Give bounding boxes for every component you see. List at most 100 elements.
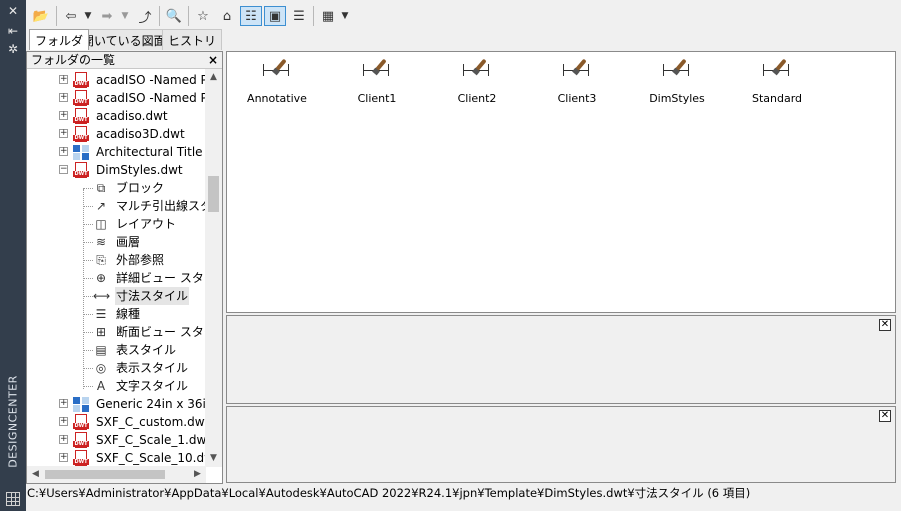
tab-history[interactable]: ヒストリ xyxy=(162,29,223,50)
scroll-up-icon[interactable]: ▲ xyxy=(205,69,222,86)
tree-item-label: acadISO -Named Plo xyxy=(96,73,206,87)
expand-toggle-icon[interactable]: + xyxy=(59,399,68,408)
dimstyle-item[interactable]: Client3 xyxy=(537,58,617,105)
tab-open-drawings[interactable]: 開いている図面 xyxy=(76,29,172,50)
expand-toggle-icon[interactable]: + xyxy=(59,453,68,462)
forward-dropdown-icon[interactable]: ▼ xyxy=(120,6,130,26)
favorites-icon[interactable]: ☆ xyxy=(192,6,214,26)
tree-connector xyxy=(83,189,84,389)
dimstyle-name: Client1 xyxy=(357,92,397,105)
drawing-set-icon xyxy=(73,397,89,412)
content-palette[interactable]: Annotative Client1 Client2 Client3 DimStyles… xyxy=(226,51,896,313)
dimstyle-item[interactable]: DimStyles xyxy=(637,58,717,105)
preview-pane: ✕ xyxy=(226,315,896,404)
mleader-icon: ↗ xyxy=(95,199,107,213)
dwt-badge: DWT xyxy=(73,171,89,177)
tree-item-label: Generic 24in x 36in T xyxy=(96,397,206,411)
pin-icon[interactable]: ⇤ xyxy=(5,24,21,38)
dimstyle-item[interactable]: Standard xyxy=(737,58,817,105)
home-icon[interactable]: ⌂ xyxy=(216,6,238,26)
preview-icon[interactable]: ▣ xyxy=(264,6,286,26)
expand-toggle-icon[interactable]: − xyxy=(59,165,68,174)
dwt-badge: DWT xyxy=(73,135,89,141)
dimstyle-icon xyxy=(261,58,293,82)
up-folder-icon[interactable]: ⤴ xyxy=(134,6,156,26)
dimstyle-item[interactable]: Client2 xyxy=(437,58,517,105)
dimstyle-name: Client2 xyxy=(457,92,497,105)
close-description-icon[interactable]: ✕ xyxy=(879,410,891,422)
table-style-icon: ▤ xyxy=(95,343,107,357)
expand-toggle-icon[interactable]: + xyxy=(59,435,68,444)
scroll-thumb[interactable] xyxy=(45,470,165,479)
palette-titlebar: ✕ ⇤ ✲ DESIGNCENTER xyxy=(0,0,26,511)
back-dropdown-icon[interactable]: ▼ xyxy=(83,6,93,26)
scroll-thumb[interactable] xyxy=(208,176,219,212)
dwt-file-icon: DWT xyxy=(73,108,89,124)
status-bar: C:¥Users¥Administrator¥AppData¥Local¥Aut… xyxy=(26,484,901,504)
tree-connector xyxy=(83,296,93,297)
close-icon[interactable]: × xyxy=(208,52,218,68)
open-folder-icon[interactable]: 📂 xyxy=(30,6,52,26)
dwt-badge: DWT xyxy=(73,81,89,87)
tree-connector xyxy=(83,242,93,243)
expand-toggle-icon[interactable]: + xyxy=(59,147,68,156)
expand-toggle-icon[interactable]: + xyxy=(59,93,68,102)
scroll-left-icon[interactable]: ◀ xyxy=(27,466,44,483)
scroll-down-icon[interactable]: ▼ xyxy=(205,450,222,467)
tab-folders[interactable]: フォルダ xyxy=(29,29,90,50)
scroll-right-icon[interactable]: ▶ xyxy=(189,466,206,483)
tree-item-label: 画層 xyxy=(116,235,141,249)
folder-tree[interactable]: + DWT acadISO -Named Plo + DWT acadISO -Named… xyxy=(27,69,206,467)
separator xyxy=(56,6,57,26)
tree-item-label: 表スタイル xyxy=(116,343,177,357)
section-view-icon: ⊞ xyxy=(95,325,107,339)
dimstyle-item[interactable]: Client1 xyxy=(337,58,417,105)
tree-connector xyxy=(83,350,93,351)
dwt-file-icon: DWT xyxy=(73,126,89,142)
expand-toggle-icon[interactable]: + xyxy=(59,417,68,426)
layer-icon: ≋ xyxy=(95,235,107,249)
horizontal-scrollbar[interactable]: ◀ ▶ xyxy=(27,466,206,483)
tree-item-label: 寸法スタイル xyxy=(115,287,190,305)
tree-item-label: acadiso.dwt xyxy=(96,109,168,123)
tree-header: フォルダの一覧 × xyxy=(27,52,222,69)
dimstyle-icon: ⟷ xyxy=(93,289,111,303)
tree-item-label: SXF_C_Scale_10.dwt xyxy=(96,451,206,465)
dimstyle-icon xyxy=(461,58,493,82)
close-icon[interactable]: ✕ xyxy=(5,4,21,18)
vertical-scrollbar[interactable]: ▲ ▼ xyxy=(205,69,222,467)
main-content: 📂 ⇦ ▼ ➡ ▼ ⤴ 🔍 ☆ ⌂ ☷ ▣ ☰ ▦ ▼ フォルダ 開いている図面… xyxy=(26,0,901,511)
expand-toggle-icon[interactable]: + xyxy=(59,129,68,138)
dwt-file-icon: DWT xyxy=(73,72,89,88)
expand-toggle-icon[interactable]: + xyxy=(59,111,68,120)
views-dropdown-icon[interactable]: ▼ xyxy=(340,6,350,26)
linetype-icon: ☰ xyxy=(95,307,107,321)
search-icon[interactable]: 🔍 xyxy=(163,6,185,26)
dimstyle-icon xyxy=(561,58,593,82)
forward-button[interactable]: ➡ xyxy=(96,6,118,26)
dimstyle-item[interactable]: Annotative xyxy=(237,58,317,105)
dwt-file-icon: DWT xyxy=(73,162,89,178)
tree-connector xyxy=(83,188,93,189)
tree-view-toggle-icon[interactable]: ☷ xyxy=(240,6,262,26)
tree-item-label: レイアウト xyxy=(116,217,177,231)
description-icon[interactable]: ☰ xyxy=(288,6,310,26)
back-button[interactable]: ⇦ xyxy=(60,6,82,26)
tree-item-label: 表示スタイル xyxy=(116,361,189,375)
tree-connector xyxy=(83,314,93,315)
tree-connector xyxy=(83,206,93,207)
tree-item-label: 断面ビュー スタイル xyxy=(116,325,206,339)
tree-connector xyxy=(83,278,93,279)
toolbar: 📂 ⇦ ▼ ➡ ▼ ⤴ 🔍 ☆ ⌂ ☷ ▣ ☰ ▦ ▼ xyxy=(26,0,901,30)
dwt-badge: DWT xyxy=(73,441,89,447)
designcenter-window: ✕ ⇤ ✲ DESIGNCENTER 📂 ⇦ ▼ ➡ ▼ ⤴ 🔍 ☆ ⌂ ☷ ▣… xyxy=(0,0,901,511)
tree-item-label: 詳細ビュー スタイル xyxy=(116,271,206,285)
expand-toggle-icon[interactable]: + xyxy=(59,75,68,84)
grid-icon[interactable] xyxy=(6,492,20,506)
views-icon[interactable]: ▦ xyxy=(317,6,339,26)
settings-icon[interactable]: ✲ xyxy=(5,42,21,56)
dimstyle-icon xyxy=(661,58,693,82)
separator xyxy=(188,6,189,26)
palette-title: DESIGNCENTER xyxy=(6,375,20,468)
close-preview-icon[interactable]: ✕ xyxy=(879,319,891,331)
